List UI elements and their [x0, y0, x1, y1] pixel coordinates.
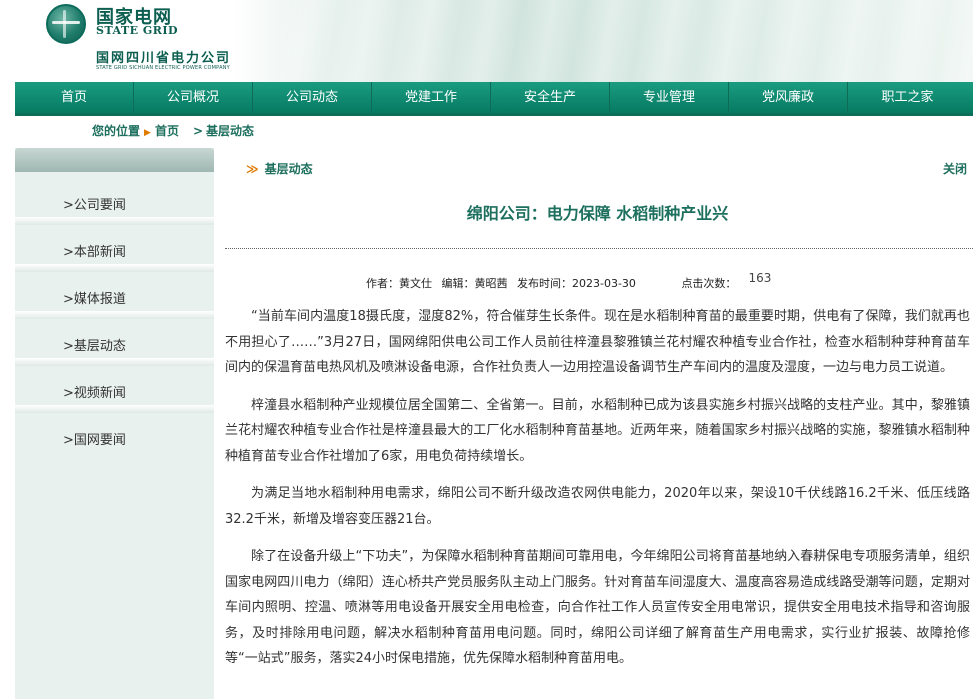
article-body: “当前车间内温度18摄氏度，湿度82%，符合催芽生长条件。现在是水稻制种育苗的最…	[225, 304, 970, 684]
sidebar-header	[15, 148, 214, 172]
article-author: 作者：黄文仕	[366, 277, 432, 290]
breadcrumb-home-link[interactable]: 首页	[155, 124, 179, 138]
logo-en: STATE GRID	[96, 24, 179, 37]
sidebar-item-grassroots-news[interactable]: >基层动态	[15, 325, 214, 372]
article-paragraph: 除了在设备升级上“下功夫”，为保障水稻制种育苗期间可靠用电，今年绵阳公司将育苗基…	[225, 549, 970, 666]
nav-integrity[interactable]: 党风廉政	[729, 82, 848, 113]
breadcrumb-label: 您的位置	[92, 124, 141, 138]
article-date: 发布时间：2023-03-30	[517, 277, 636, 290]
sidebar-item-label: 公司要闻	[73, 198, 126, 213]
divider	[225, 248, 973, 249]
sidebar-item-sgcc-news[interactable]: >国网要闻	[15, 419, 214, 466]
chevron-right-icon: >	[63, 292, 74, 307]
nav-party-building[interactable]: 党建工作	[372, 82, 491, 113]
section-header: ≫ 基层动态	[246, 160, 313, 177]
nav-company-news[interactable]: 公司动态	[253, 82, 372, 113]
article-meta: 作者：黄文仕 编辑：黄昭茜 发布时间：2023-03-30 点击次数： 163	[366, 271, 777, 291]
sidebar-item-label: 媒体报道	[73, 292, 126, 307]
chevron-right-icon: >	[63, 339, 74, 354]
article-paragraph: 梓潼县水稻制种产业规模位居全国第二、全省第一。目前，水稻制种已成为该县实施乡村振…	[225, 397, 970, 464]
nav-staff-home[interactable]: 职工之家	[848, 82, 967, 113]
breadcrumb: 您的位置 ▶ 首页 > 基层动态	[92, 122, 254, 139]
state-grid-logo-icon[interactable]	[46, 4, 86, 44]
article-views-count: 163	[748, 271, 772, 285]
chevron-right-icon: >	[63, 433, 74, 448]
nav-safety-production[interactable]: 安全生产	[491, 82, 610, 113]
site-header: 国家电网 STATE GRID 国网四川省电力公司 STATE GRID SIC…	[0, 0, 973, 82]
breadcrumb-current-link[interactable]: 基层动态	[206, 124, 254, 138]
article-paragraph: “当前车间内温度18摄氏度，湿度82%，符合催芽生长条件。现在是水稻制种育苗的最…	[225, 309, 970, 375]
close-link[interactable]: 关闭	[943, 160, 967, 177]
nav-company-overview[interactable]: 公司概况	[134, 82, 253, 113]
article-views-label: 点击次数：	[681, 277, 737, 290]
sidebar-item-hq-news[interactable]: >本部新闻	[15, 231, 214, 278]
article-paragraph: 为满足当地水稻制种用电需求，绵阳公司不断升级改造农网供电能力，2020年以来，架…	[225, 486, 970, 527]
sidebar-item-label: 国网要闻	[73, 433, 126, 448]
header-banner	[280, 0, 973, 82]
chevron-right-icon: >	[63, 386, 74, 401]
chevron-right-icon: >	[63, 198, 74, 213]
nav-professional-management[interactable]: 专业管理	[610, 82, 729, 113]
sidebar-item-label: 视频新闻	[73, 386, 126, 401]
sidebar-item-media-reports[interactable]: >媒体报道	[15, 278, 214, 325]
section-title: 基层动态	[264, 162, 313, 176]
sidebar-item-label: 本部新闻	[73, 245, 126, 260]
company-name: 国网四川省电力公司	[96, 51, 232, 66]
double-chevron-icon: ≫	[246, 162, 259, 176]
sidebar-item-company-news[interactable]: >公司要闻	[15, 184, 214, 231]
nav-home[interactable]: 首页	[15, 82, 134, 113]
chevron-right-icon: >	[63, 245, 74, 260]
company-name-en: STATE GRID SICHUAN ELECTRIC POWER COMPAN…	[96, 65, 230, 71]
sidebar: >公司要闻 >本部新闻 >媒体报道 >基层动态 >视频新闻 >国网要闻	[15, 148, 214, 699]
article-title: 绵阳公司：电力保障 水稻制种产业兴	[466, 204, 729, 223]
breadcrumb-separator-icon: >	[192, 124, 204, 138]
article-editor: 编辑：黄昭茜	[441, 277, 508, 290]
sidebar-item-video-news[interactable]: >视频新闻	[15, 372, 214, 419]
breadcrumb-arrow-icon: ▶	[144, 128, 151, 138]
sidebar-item-label: 基层动态	[73, 339, 126, 354]
main-nav: 首页 公司概况 公司动态 党建工作 安全生产 专业管理 党风廉政 职工之家	[15, 82, 973, 116]
